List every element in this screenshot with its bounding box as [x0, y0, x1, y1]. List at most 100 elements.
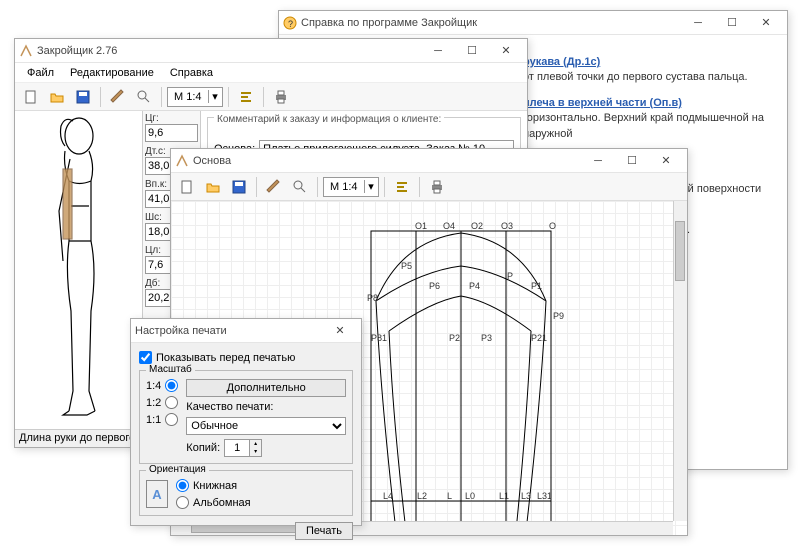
orient-portrait-radio[interactable]: Книжная	[176, 479, 251, 492]
main-maximize-button[interactable]: ☐	[455, 41, 489, 61]
svg-text:L4: L4	[383, 491, 393, 501]
svg-text:L: L	[447, 491, 452, 501]
svg-text:P6: P6	[429, 281, 440, 291]
figure-panel	[15, 111, 143, 447]
pattern-icon	[175, 154, 189, 168]
open-button[interactable]	[201, 175, 225, 199]
svg-text:P81: P81	[371, 333, 387, 343]
menu-edit[interactable]: Редактирование	[62, 65, 162, 81]
print-title: Настройка печати	[135, 325, 323, 337]
spin-up-icon[interactable]: ▴	[249, 440, 261, 448]
brush-button[interactable]	[106, 85, 130, 109]
svg-text:L0: L0	[465, 491, 475, 501]
help-title: Справка по программе Закройщик	[301, 17, 681, 29]
pattern-maximize-button[interactable]: ☐	[615, 151, 649, 171]
svg-text:O2: O2	[471, 221, 483, 231]
quality-select[interactable]: Обычное	[186, 417, 346, 435]
copies-label: Копий:	[186, 442, 220, 454]
spin-down-icon[interactable]: ▾	[249, 448, 261, 456]
menu-help[interactable]: Справка	[162, 65, 221, 81]
help-link[interactable]: плеча в верхней части (Оп.в)	[523, 96, 773, 111]
svg-text:O1: O1	[415, 221, 427, 231]
svg-text:L31: L31	[537, 491, 552, 501]
help-text: горизонтально. Верхний край подмышечной …	[523, 111, 773, 142]
svg-text:O4: O4	[443, 221, 455, 231]
svg-text:O3: O3	[501, 221, 513, 231]
save-button[interactable]	[227, 175, 251, 199]
comment-label: Комментарий к заказу и информация о клие…	[214, 114, 444, 125]
print-close-button[interactable]: ✕	[323, 321, 357, 341]
orientation-group: Ориентация A Книжная Альбомная	[139, 470, 353, 516]
print-titlebar: Настройка печати ✕	[131, 319, 361, 343]
extra-button[interactable]: Дополнительно	[186, 379, 346, 397]
help-maximize-button[interactable]: ☐	[715, 13, 749, 33]
scale-group-title: Масштаб	[146, 364, 195, 375]
pattern-title: Основа	[193, 155, 581, 167]
svg-text:P: P	[507, 271, 513, 281]
measure-input-cg[interactable]	[145, 124, 198, 142]
svg-text:L1: L1	[499, 491, 509, 501]
svg-text:P9: P9	[553, 311, 564, 321]
show-before-print-input[interactable]	[139, 351, 152, 364]
svg-text:L2: L2	[417, 491, 427, 501]
svg-text:P8: P8	[367, 293, 378, 303]
quality-label: Качество печати:	[186, 401, 346, 413]
main-menubar: Файл Редактирование Справка	[15, 63, 527, 83]
save-button[interactable]	[71, 85, 95, 109]
brush-button[interactable]	[262, 175, 286, 199]
pattern-toolbar: М 1:4 ▾	[171, 173, 687, 201]
menu-file[interactable]: Файл	[19, 65, 62, 81]
measure-label: Цг:	[145, 113, 198, 124]
scale-1-4-radio[interactable]: 1:4	[146, 379, 178, 392]
chevron-down-icon[interactable]: ▾	[364, 180, 378, 193]
search-button[interactable]	[132, 85, 156, 109]
new-button[interactable]	[19, 85, 43, 109]
align-button[interactable]	[234, 85, 258, 109]
pattern-close-button[interactable]: ✕	[649, 151, 683, 171]
copies-spinner[interactable]: ▴▾	[224, 439, 262, 457]
svg-text:P21: P21	[531, 333, 547, 343]
scale-1-2-radio[interactable]: 1:2	[146, 396, 178, 409]
scale-selector[interactable]: М 1:4 ▾	[167, 87, 223, 107]
copies-input[interactable]	[225, 440, 249, 456]
align-button[interactable]	[390, 175, 414, 199]
svg-text:P2: P2	[449, 333, 460, 343]
main-minimize-button[interactable]: ─	[421, 41, 455, 61]
vertical-scrollbar[interactable]	[673, 201, 687, 521]
help-close-button[interactable]: ✕	[749, 13, 783, 33]
show-before-print-label: Показывать перед печатью	[156, 352, 295, 364]
pattern-minimize-button[interactable]: ─	[581, 151, 615, 171]
print-dialog: Настройка печати ✕ Показывать перед печа…	[130, 318, 362, 526]
help-text: от плевой точки до первого сустава пальц…	[523, 70, 773, 85]
svg-text:P3: P3	[481, 333, 492, 343]
help-minimize-button[interactable]: ─	[681, 13, 715, 33]
help-titlebar: ? Справка по программе Закройщик ─ ☐ ✕	[279, 11, 787, 35]
search-button[interactable]	[288, 175, 312, 199]
print-action-button[interactable]: Печать	[295, 522, 353, 540]
help-icon: ?	[283, 16, 297, 30]
main-titlebar: Закройщик 2.76 ─ ☐ ✕	[15, 39, 527, 63]
pattern-titlebar: Основа ─ ☐ ✕	[171, 149, 687, 173]
svg-text:L3: L3	[521, 491, 531, 501]
app-icon	[19, 44, 33, 58]
print-button[interactable]	[425, 175, 449, 199]
help-link[interactable]: рукава (Др.1с)	[523, 55, 773, 70]
scale-1-1-radio[interactable]: 1:1	[146, 413, 178, 426]
orient-landscape-radio[interactable]: Альбомная	[176, 496, 251, 509]
svg-text:P5: P5	[401, 261, 412, 271]
main-toolbar: М 1:4 ▾	[15, 83, 527, 111]
main-close-button[interactable]: ✕	[489, 41, 523, 61]
orientation-group-title: Ориентация	[146, 464, 209, 475]
main-title: Закройщик 2.76	[37, 45, 421, 57]
scale-value: М 1:4	[168, 91, 208, 103]
print-button[interactable]	[269, 85, 293, 109]
scale-value: М 1:4	[324, 181, 364, 193]
svg-text:P4: P4	[469, 281, 480, 291]
scale-selector[interactable]: М 1:4 ▾	[323, 177, 379, 197]
show-before-print-checkbox[interactable]: Показывать перед печатью	[139, 351, 353, 364]
chevron-down-icon[interactable]: ▾	[208, 90, 222, 103]
open-button[interactable]	[45, 85, 69, 109]
svg-text:P1: P1	[531, 281, 542, 291]
svg-text:?: ?	[288, 19, 293, 29]
new-button[interactable]	[175, 175, 199, 199]
